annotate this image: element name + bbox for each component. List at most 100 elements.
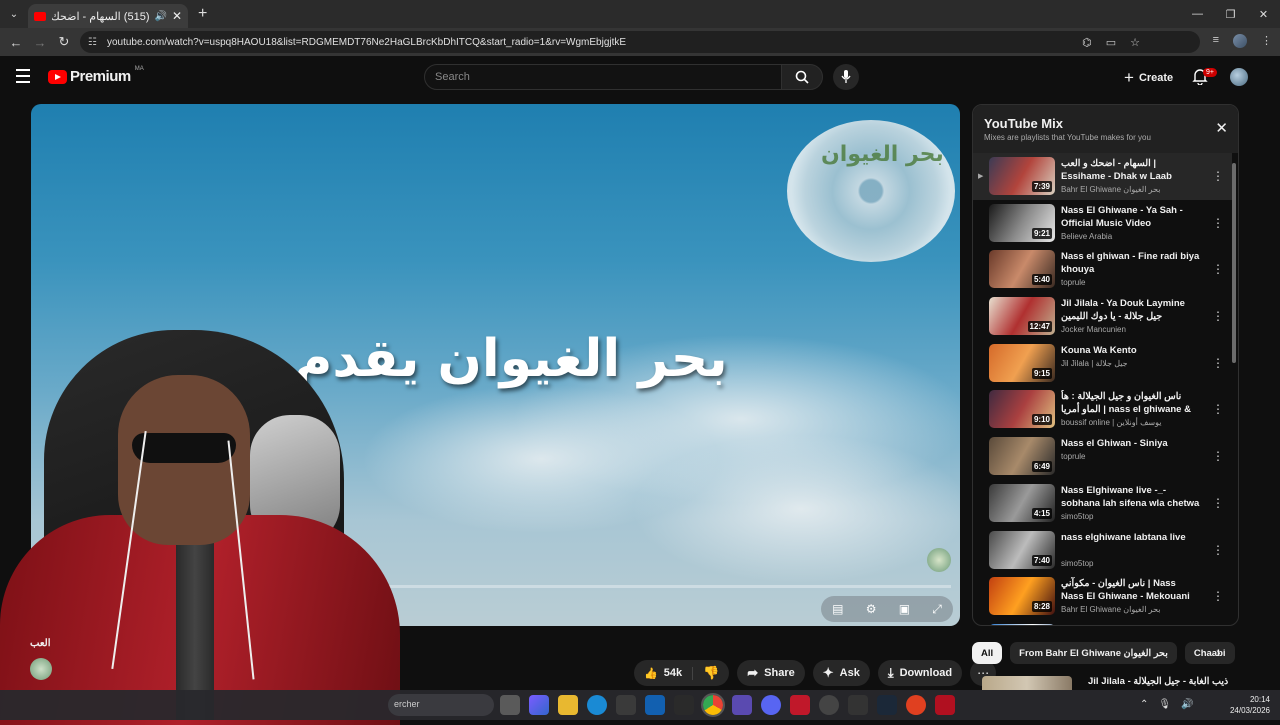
theater-mode-icon[interactable]: ▣ <box>899 602 910 616</box>
video-thumbnail[interactable]: 9:21 <box>989 203 1055 242</box>
video-title[interactable]: ناس الغيوان - مكوآني | Nass Nass El Ghiw… <box>1061 577 1201 603</box>
acrobat-icon[interactable] <box>790 695 810 715</box>
mix-item[interactable]: Nass El Ghiwane - Nahla <box>973 620 1232 626</box>
minimize-icon[interactable]: — <box>1181 0 1214 28</box>
video-thumbnail[interactable]: 8:28 <box>989 577 1055 616</box>
more-options-icon[interactable]: ⋮ <box>1212 356 1224 370</box>
video-title[interactable]: Nass el ghiwan - Fine radi biya khouya <box>1061 250 1201 276</box>
more-options-icon[interactable]: ⋮ <box>1212 169 1224 183</box>
dislike-button[interactable]: 👎 <box>693 665 729 681</box>
video-thumbnail[interactable]: 9:15 <box>989 343 1055 382</box>
copilot-icon[interactable] <box>529 695 549 715</box>
search-button[interactable] <box>781 64 823 90</box>
more-options-icon[interactable]: ⋮ <box>1212 309 1224 323</box>
search-input[interactable]: Search <box>424 64 782 90</box>
mix-item[interactable]: 9:10 ناس الغيوان و جيل الجيلالة : هاُ الم… <box>973 386 1232 433</box>
chrome-icon[interactable] <box>701 693 725 717</box>
more-options-icon[interactable]: ⋮ <box>1212 543 1224 557</box>
restore-icon[interactable]: ❐ <box>1214 0 1247 28</box>
youtube-premium-logo[interactable]: Premium MA <box>48 66 144 85</box>
mix-item[interactable]: 9:15 Kouna Wa Kento Jil Jilala | جيل جلالة… <box>973 340 1232 387</box>
subtitles-icon[interactable]: ▤ <box>832 602 843 616</box>
app-icon[interactable] <box>848 695 868 715</box>
reading-list-icon[interactable]: ≡ <box>1213 34 1219 48</box>
chevron-up-icon[interactable]: ⌃ <box>1140 699 1148 710</box>
browser-menu-icon[interactable]: ⋮ <box>1261 34 1272 48</box>
scrollbar-thumb[interactable] <box>1232 163 1236 363</box>
tab-search-chevron-icon[interactable]: ⌄ <box>0 0 28 28</box>
video-thumbnail[interactable]: 7:40 <box>989 530 1055 569</box>
app-icon[interactable] <box>674 695 694 715</box>
channel-name[interactable]: Jocker Mancunien <box>1061 325 1126 334</box>
app-icon[interactable] <box>935 695 955 715</box>
more-options-icon[interactable]: ⋮ <box>1212 589 1224 603</box>
video-thumbnail[interactable] <box>989 623 1055 625</box>
reload-icon[interactable]: ↻ <box>52 34 76 50</box>
channel-name[interactable]: Believe Arabia <box>1061 232 1112 241</box>
channel-name[interactable]: toprule <box>1061 278 1085 287</box>
cast-icon[interactable]: ▭ <box>1106 36 1116 49</box>
settings-gear-icon[interactable]: ⚙ <box>866 602 877 616</box>
tab-youtube[interactable]: (515) السهام - اضحك و العب 🔊 ✕ <box>28 4 188 28</box>
more-options-icon[interactable]: ⋮ <box>1212 402 1224 416</box>
channel-watermark[interactable] <box>927 548 951 572</box>
close-icon[interactable]: ✕ <box>1215 119 1228 137</box>
create-button[interactable]: + Create <box>1124 68 1173 88</box>
profile-avatar-icon[interactable] <box>1233 34 1247 48</box>
mix-item[interactable]: 5:40 Nass el ghiwan - Fine radi biya khou… <box>973 246 1232 293</box>
channel-name[interactable]: Bahr El Ghiwane بحر الغيوان <box>1061 605 1160 614</box>
file-explorer-icon[interactable] <box>558 695 578 715</box>
chip-from-channel[interactable]: From Bahr El Ghiwane بحر الغيوان <box>1010 642 1177 664</box>
channel-name[interactable]: Bahr El Ghiwane بحر الغيوان <box>1061 185 1160 194</box>
translate-icon[interactable]: ⌬ <box>1082 36 1092 49</box>
video-thumbnail[interactable]: 7:39 <box>989 157 1055 195</box>
microphone-icon[interactable]: 🎙 <box>1158 699 1171 710</box>
app-icon[interactable] <box>906 695 926 715</box>
discord-icon[interactable] <box>761 695 781 715</box>
new-tab-button[interactable]: + <box>198 5 207 23</box>
chip-all[interactable]: All <box>972 642 1003 664</box>
edge-icon[interactable] <box>587 695 607 715</box>
video-title[interactable]: nass elghiwane labtana live <box>1061 531 1201 544</box>
channel-name[interactable]: boussif online | يوسف أونلاين <box>1061 418 1161 427</box>
volume-icon[interactable]: 🔊 <box>1181 699 1193 710</box>
forward-icon[interactable]: → <box>28 35 52 50</box>
chevron-right-icon[interactable]: › <box>1216 644 1221 660</box>
video-title[interactable]: Nass El Ghiwane - Nahla <box>1061 624 1201 626</box>
outlook-icon[interactable] <box>645 695 665 715</box>
back-icon[interactable]: ← <box>4 35 28 50</box>
bookmark-star-icon[interactable]: ☆ <box>1130 36 1140 49</box>
hamburger-menu-icon[interactable] <box>16 69 30 87</box>
mix-item[interactable]: 12:47 Jil Jilala - Ya Douk Laymine جيل جل… <box>973 293 1232 340</box>
mix-item[interactable]: 8:28 ناس الغيوان - مكوآني | Nass Nass El … <box>973 573 1232 620</box>
ask-button[interactable]: ✦ Ask <box>812 660 870 686</box>
mix-item[interactable]: ▶ 7:39 السهام - اضحك و العب | Essihame - D… <box>973 153 1232 200</box>
video-thumbnail[interactable]: 5:40 <box>989 250 1055 289</box>
channel-name[interactable]: simo5top <box>1061 559 1093 568</box>
url-field[interactable]: ☷ youtube.com/watch?v=uspq8HAOU18&list=R… <box>80 31 1200 53</box>
video-thumbnail[interactable]: 6:49 <box>989 437 1055 476</box>
more-options-icon[interactable]: ⋮ <box>1212 216 1224 230</box>
video-title[interactable]: Kouna Wa Kento <box>1061 344 1201 357</box>
video-title[interactable]: Jil Jilala - Ya Douk Laymine جيل جلالة -… <box>1061 297 1201 323</box>
task-view-icon[interactable] <box>500 695 520 715</box>
channel-name[interactable]: simo5top <box>1061 512 1093 521</box>
more-options-icon[interactable]: ⋮ <box>1212 262 1224 276</box>
channel-avatar[interactable] <box>30 658 52 680</box>
like-button[interactable]: 👍 54k <box>634 666 694 680</box>
share-button[interactable]: ➦ Share <box>737 660 805 686</box>
steam-icon[interactable] <box>877 695 897 715</box>
mix-item[interactable]: 6:49 Nass el Ghiwan - Siniya toprule ⋮ <box>973 433 1232 480</box>
video-thumbnail[interactable]: 9:10 <box>989 390 1055 429</box>
channel-name[interactable]: toprule <box>1061 452 1085 461</box>
user-avatar[interactable] <box>1230 68 1248 86</box>
clock[interactable]: 20:14 24/03/2026 <box>1220 694 1270 716</box>
more-options-icon[interactable]: ⋮ <box>1212 496 1224 510</box>
voice-search-button[interactable] <box>833 64 859 90</box>
speaker-icon[interactable]: 🔊 <box>154 11 166 22</box>
download-button[interactable]: ⤓ Download <box>877 660 963 686</box>
video-title[interactable]: Nass El Ghiwane - Ya Sah - Official Musi… <box>1061 204 1201 230</box>
video-thumbnail[interactable]: 4:15 <box>989 483 1055 522</box>
next-recommendation[interactable]: ذيب الغابة - جيل الجيلالة - Jil Jilala <box>982 676 1232 690</box>
video-title[interactable]: السهام - اضحك و العب | Essihame - Dhak w… <box>1061 157 1201 183</box>
